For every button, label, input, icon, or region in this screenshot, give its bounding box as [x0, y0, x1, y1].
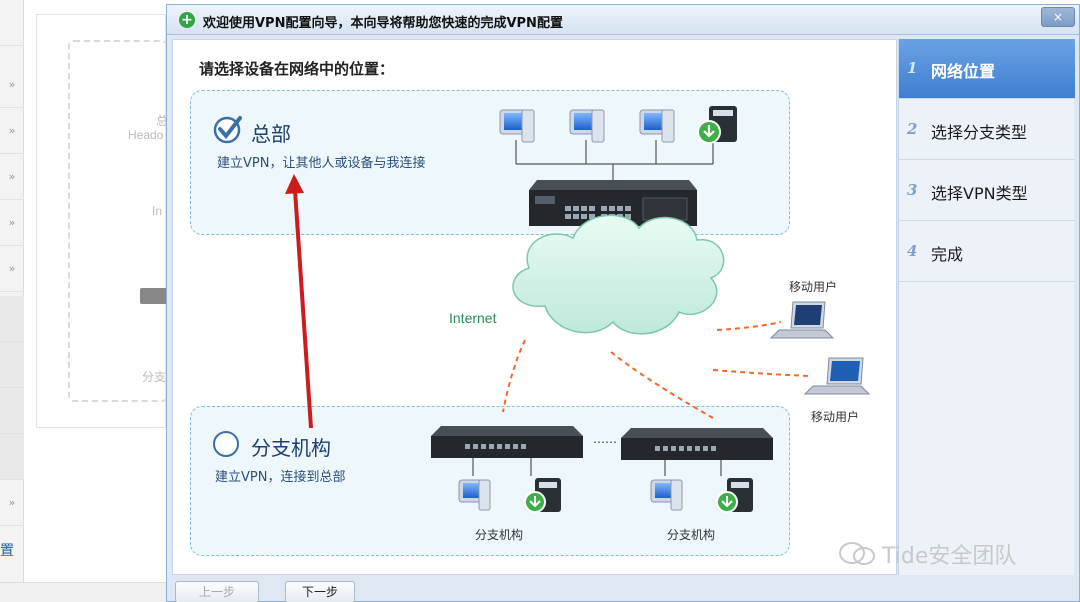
laptop-icon — [803, 357, 871, 395]
bg-sidebar-row[interactable]: » — [0, 480, 24, 526]
bg-sidebar-row — [0, 296, 24, 342]
internet-link-lines — [502, 321, 810, 419]
router-device-icon — [621, 428, 773, 460]
step-label: 选择分支类型 — [931, 123, 1028, 142]
pc-icon — [569, 109, 605, 143]
prev-button[interactable]: 上一步 — [175, 581, 259, 602]
branch-device-label: 分支机构 — [475, 528, 524, 542]
chevron-right-icon: » — [8, 496, 16, 509]
hq-option-title[interactable]: 总部 — [251, 118, 291, 147]
router-device-icon — [431, 426, 583, 458]
bg-sidebar-row — [0, 388, 24, 434]
chevron-right-icon: » — [8, 170, 16, 183]
chevron-right-icon: » — [8, 262, 16, 275]
server-download-icon — [524, 478, 561, 513]
bg-sidebar-row — [0, 342, 24, 388]
bg-sidebar-label[interactable]: 置 — [0, 540, 14, 560]
bg-sidebar-row[interactable]: » — [0, 154, 24, 200]
watermark-text: Tide安全团队 — [882, 544, 1017, 569]
wizard-steps: 1 网络位置 2 选择分支类型 3 选择VPN类型 4 完成 — [898, 39, 1075, 575]
pc-icon — [458, 479, 491, 511]
branch-connection-lines — [472, 458, 722, 476]
step-number: 2 — [907, 120, 918, 138]
dialog-title: 欢迎使用VPN配置向导，本向导将帮助您快速的完成VPN配置 — [203, 16, 563, 31]
dialog-titlebar[interactable]: + 欢迎使用VPN配置向导，本向导将帮助您快速的完成VPN配置 × — [167, 5, 1079, 35]
step-network-location[interactable]: 1 网络位置 — [899, 39, 1075, 99]
step-branch-type[interactable]: 2 选择分支类型 — [899, 100, 1075, 160]
branch-option-description: 建立VPN，连接到总部 — [215, 470, 346, 485]
chevron-right-icon: » — [8, 216, 16, 229]
server-download-icon — [716, 478, 753, 513]
hq-checked-radio[interactable] — [213, 114, 243, 144]
bg-sidebar-row[interactable]: » — [0, 108, 24, 154]
close-button[interactable]: × — [1041, 7, 1075, 27]
hq-option-description: 建立VPN，让其他人或设备与我连接 — [217, 156, 426, 171]
branch-device-label: 分支机构 — [667, 528, 716, 542]
bg-sidebar-row — [0, 0, 24, 46]
next-button[interactable]: 下一步 — [285, 581, 355, 602]
branch-option-title[interactable]: 分支机构 — [251, 432, 331, 461]
bg-sidebar-row[interactable]: » — [0, 246, 24, 292]
internet-cloud-icon — [512, 214, 725, 335]
plus-circle-icon: + — [179, 12, 195, 28]
step-number: 1 — [907, 59, 918, 77]
background-sidebar: » » » » » » — [0, 0, 24, 602]
bg-text: 分支 — [142, 370, 167, 384]
bg-text: In — [152, 204, 163, 218]
mobile-user-label: 移动用户 — [789, 280, 838, 294]
internet-label: Internet — [449, 310, 497, 326]
step-finish[interactable]: 4 完成 — [899, 222, 1075, 282]
step-number: 3 — [907, 181, 918, 199]
vpn-wizard-dialog: + 欢迎使用VPN配置向导，本向导将帮助您快速的完成VPN配置 × 请选择设备在… — [166, 4, 1080, 602]
step-label: 选择VPN类型 — [931, 184, 1028, 203]
pc-icon — [650, 479, 683, 511]
bg-text: Heado — [128, 128, 164, 142]
bg-sidebar-row[interactable]: » — [0, 200, 24, 246]
step-label: 网络位置 — [931, 62, 996, 81]
pc-icon — [639, 109, 675, 143]
bg-dashed-box — [68, 40, 168, 402]
wizard-content: 请选择设备在网络中的位置： 总部 建立VPN，让其他人或设备与我连接 分支机构 … — [172, 39, 897, 575]
wechat-icon — [839, 542, 875, 565]
laptop-icon — [769, 301, 835, 339]
bg-sidebar-row[interactable]: » — [0, 62, 24, 108]
step-vpn-type[interactable]: 3 选择VPN类型 — [899, 161, 1075, 221]
step-label: 完成 — [931, 245, 964, 264]
ellipsis-label: …… — [593, 432, 617, 446]
pc-icon — [499, 109, 535, 143]
step-number: 4 — [907, 242, 918, 260]
bg-sidebar-row — [0, 434, 24, 480]
mobile-user-label: 移动用户 — [811, 410, 860, 424]
server-download-icon — [697, 106, 737, 144]
red-arrow-annotation — [285, 174, 313, 429]
hq-connection-lines — [515, 140, 714, 180]
chevron-right-icon: » — [8, 78, 16, 91]
branch-radio[interactable] — [213, 431, 239, 457]
chevron-right-icon: » — [8, 124, 16, 137]
